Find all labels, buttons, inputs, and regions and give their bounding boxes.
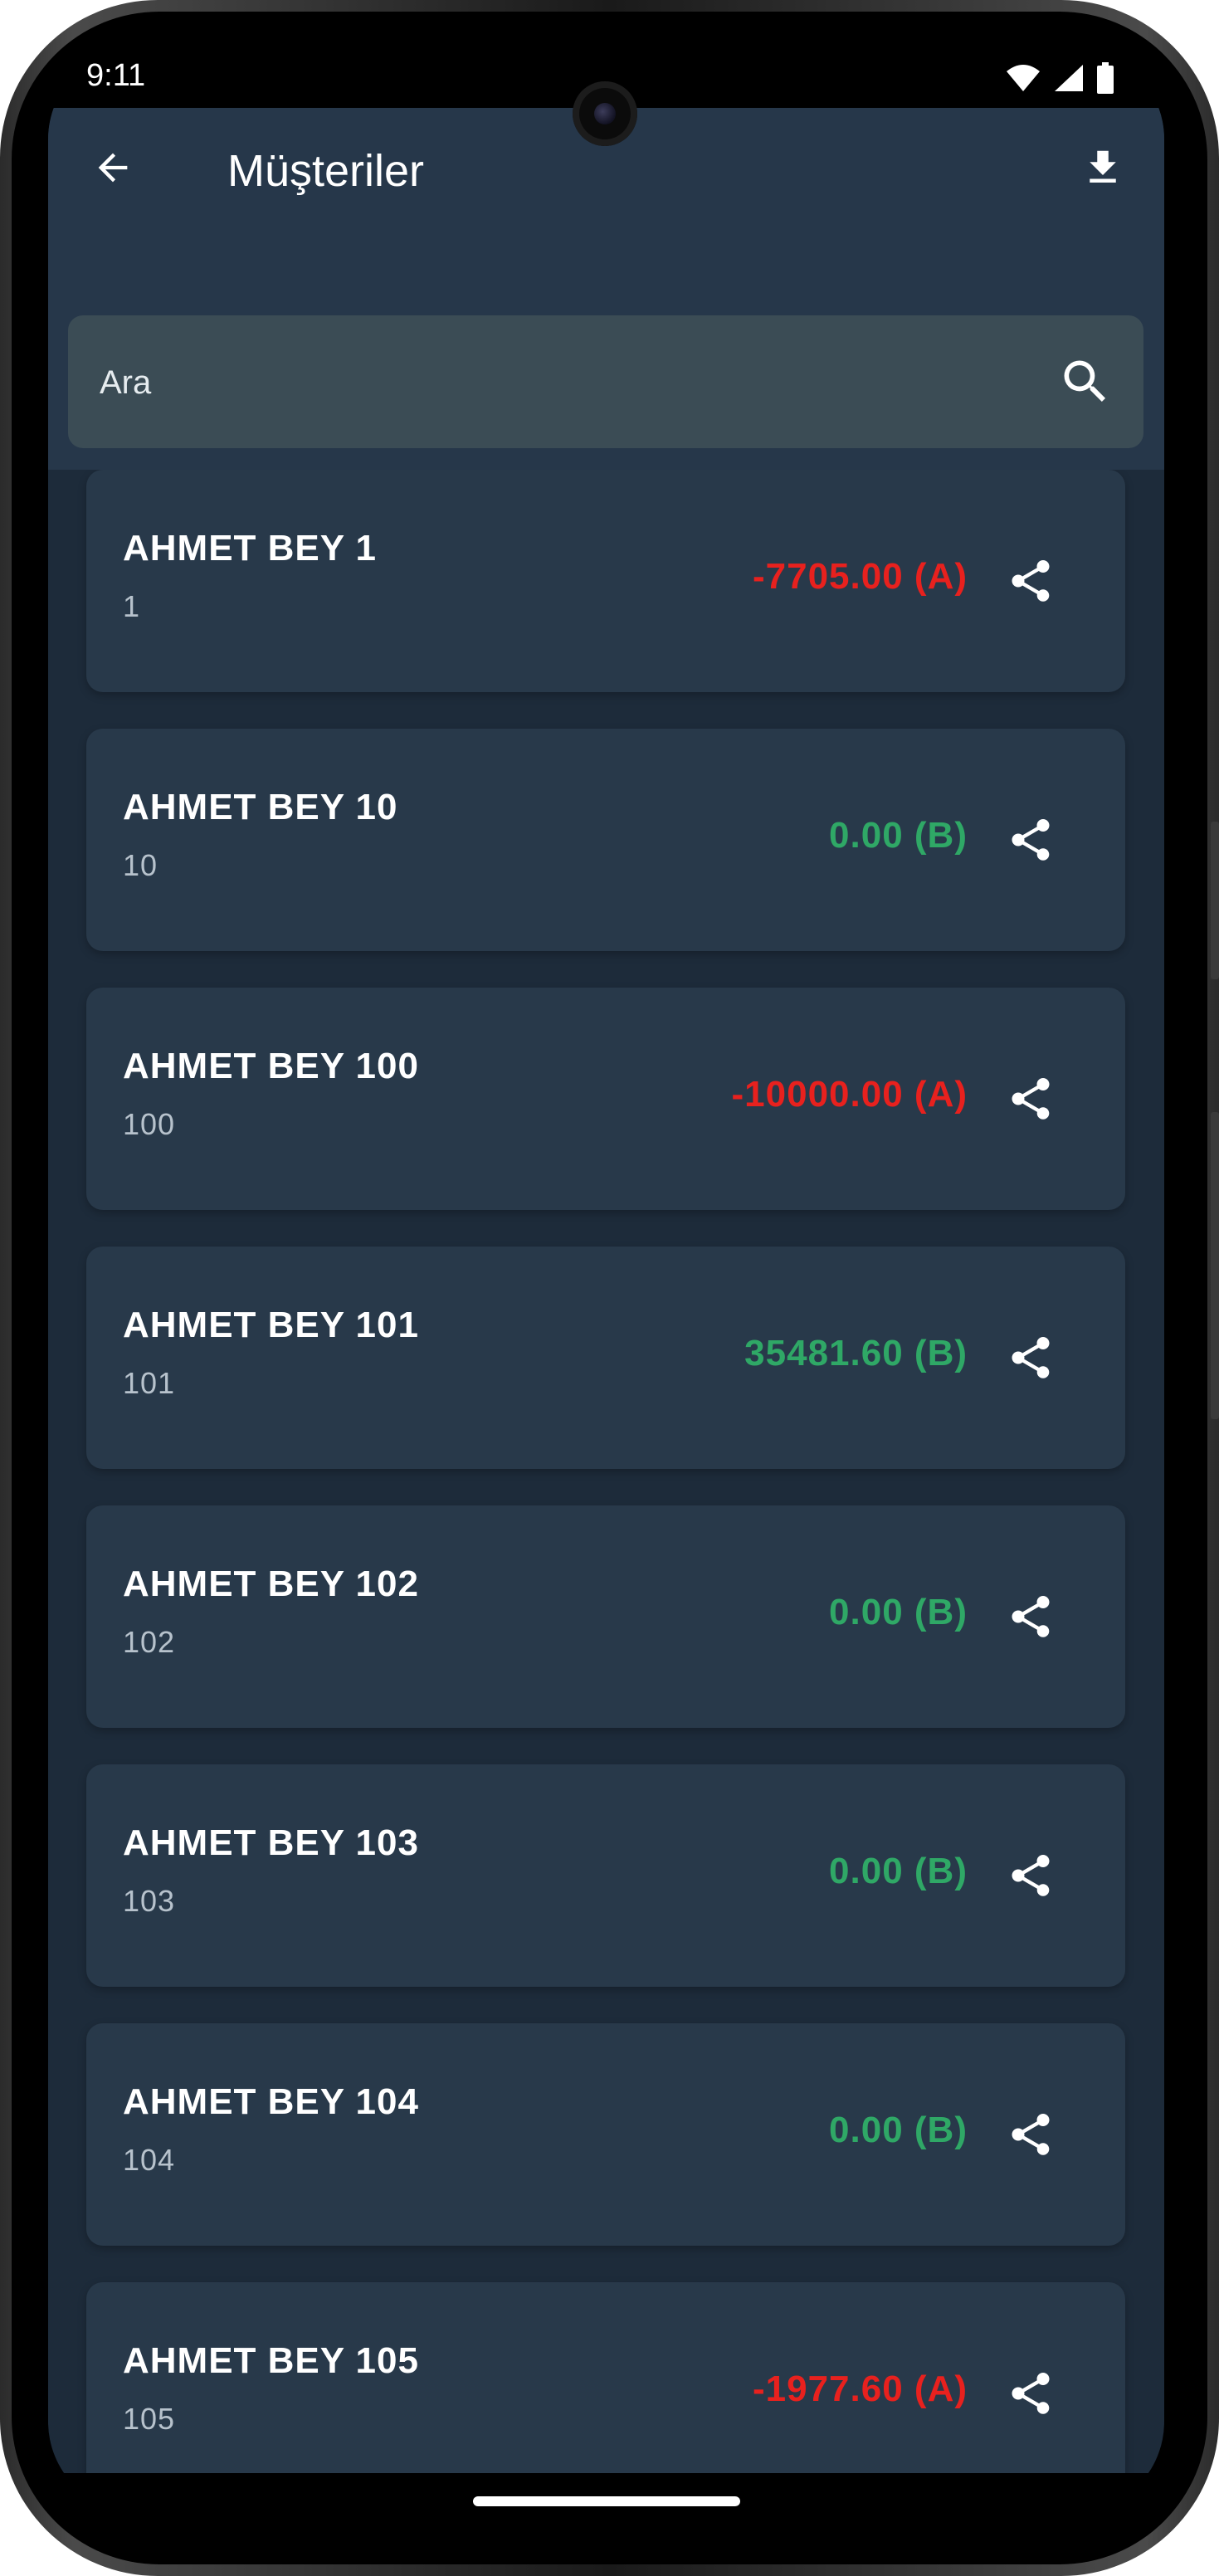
customer-balance: 0.00 (B): [829, 2110, 968, 2150]
share-button[interactable]: [1002, 812, 1059, 868]
customer-balance: 35481.60 (B): [744, 1333, 968, 1373]
share-icon: [1012, 1855, 1050, 1896]
customer-name: AHMET BEY 102: [123, 1564, 419, 1604]
share-button[interactable]: [1002, 2365, 1059, 2422]
search-input[interactable]: [98, 357, 1014, 408]
share-icon: [1012, 819, 1050, 861]
arrow-back-icon: [98, 153, 128, 183]
customer-card[interactable]: AHMET BEY 103 103 0.00 (B): [86, 1764, 1125, 1987]
customer-balance: -1977.60 (A): [752, 2369, 968, 2409]
customer-code: 105: [123, 2402, 176, 2436]
customer-code: 104: [123, 2143, 176, 2177]
customer-code: 102: [123, 1625, 176, 1659]
page-title: Müşteriler: [227, 146, 425, 196]
status-time: 9:11: [86, 58, 146, 93]
customer-name: AHMET BEY 100: [123, 1046, 419, 1086]
customer-card[interactable]: AHMET BEY 1 1 -7705.00 (A): [86, 470, 1125, 692]
signal-icon: [1055, 65, 1083, 91]
customer-card[interactable]: AHMET BEY 10 10 0.00 (B): [86, 729, 1125, 951]
customer-name: AHMET BEY 101: [123, 1305, 419, 1345]
share-icon: [1012, 560, 1050, 602]
customer-balance: -7705.00 (A): [752, 556, 968, 597]
screen: 9:11 Müşteriler Ara AHMET BEY 1 1 -7705.…: [48, 48, 1164, 2513]
customer-code: 100: [123, 1107, 176, 1141]
share-button[interactable]: [1002, 1588, 1059, 1645]
customer-code: 103: [123, 1884, 176, 1918]
customer-balance: 0.00 (B): [829, 815, 968, 856]
customer-name: AHMET BEY 105: [123, 2340, 419, 2381]
back-button[interactable]: [86, 141, 139, 194]
customer-balance: 0.00 (B): [829, 1592, 968, 1632]
customer-code: 10: [123, 848, 158, 882]
status-icons: [1005, 61, 1114, 95]
customers-screen: Müşteriler AHMET BEY 1 1 -7705.00: [48, 108, 1164, 2473]
customer-code: 101: [123, 1366, 176, 1400]
customer-balance: -10000.00 (A): [731, 1074, 968, 1115]
home-indicator[interactable]: [473, 2496, 740, 2506]
wifi-icon: [1007, 65, 1040, 91]
customer-card[interactable]: AHMET BEY 101 101 35481.60 (B): [86, 1247, 1125, 1469]
search-box[interactable]: [68, 315, 1143, 448]
share-icon: [1012, 1596, 1050, 1637]
customer-name: AHMET BEY 1: [123, 528, 378, 568]
share-icon: [1012, 2373, 1050, 2414]
download-icon: [1090, 150, 1116, 183]
share-icon: [1012, 1337, 1050, 1378]
customer-balance: 0.00 (B): [829, 1851, 968, 1891]
customer-card[interactable]: AHMET BEY 105 105 -1977.60 (A): [86, 2282, 1125, 2473]
share-button[interactable]: [1002, 553, 1059, 609]
volume-button: [1211, 822, 1219, 979]
share-button[interactable]: [1002, 1071, 1059, 1127]
customer-name: AHMET BEY 104: [123, 2081, 419, 2122]
front-camera: [573, 81, 637, 146]
customer-name: AHMET BEY 10: [123, 787, 398, 827]
power-button: [1211, 1112, 1219, 1419]
phone-frame: 9:11 Müşteriler Ara AHMET BEY 1 1 -7705.…: [0, 0, 1219, 2576]
customer-name: AHMET BEY 103: [123, 1822, 419, 1863]
customer-card[interactable]: AHMET BEY 104 104 0.00 (B): [86, 2023, 1125, 2246]
customer-code: 1: [123, 589, 141, 623]
share-button[interactable]: [1002, 2106, 1059, 2163]
navigation-bar: [48, 2473, 1164, 2513]
share-button[interactable]: [1002, 1847, 1059, 1904]
search-icon[interactable]: [1057, 354, 1114, 410]
download-button[interactable]: [1075, 139, 1131, 196]
share-icon: [1012, 1078, 1050, 1120]
customer-card[interactable]: AHMET BEY 102 102 0.00 (B): [86, 1505, 1125, 1728]
battery-icon: [1097, 62, 1114, 94]
customer-card[interactable]: AHMET BEY 100 100 -10000.00 (A): [86, 988, 1125, 1210]
share-icon: [1012, 2114, 1050, 2155]
share-button[interactable]: [1002, 1329, 1059, 1386]
customer-list: AHMET BEY 1 1 -7705.00 (A) AHMET BEY 10 …: [48, 470, 1164, 2473]
